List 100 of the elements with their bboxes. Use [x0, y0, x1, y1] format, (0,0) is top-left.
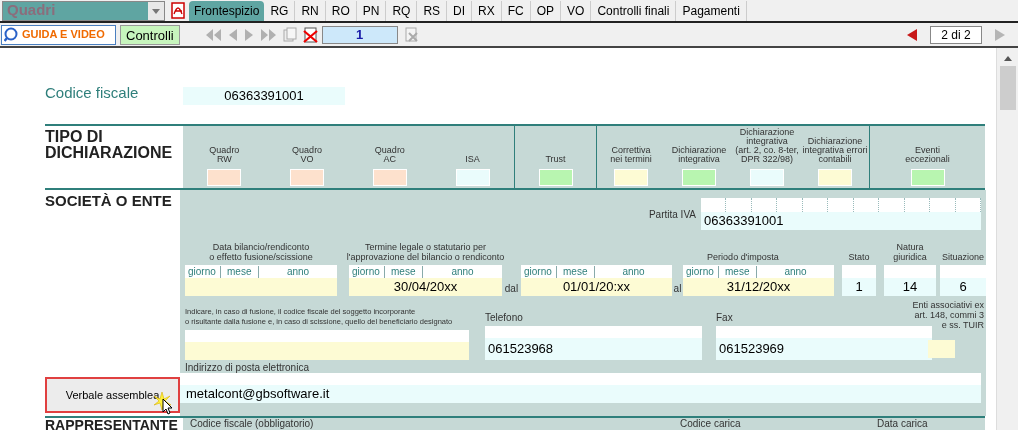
field-header — [842, 265, 876, 278]
option-label: Quadro AC — [374, 146, 405, 164]
field-label: Situazione — [942, 252, 984, 262]
dropdown-caret-icon[interactable] — [151, 6, 161, 15]
tab[interactable]: FC — [501, 0, 531, 21]
text-field[interactable]: 061523969 — [716, 338, 932, 360]
tab[interactable]: VO — [561, 0, 592, 21]
field-label: al — [672, 282, 683, 296]
page-counter: 2 di 2 — [930, 25, 982, 44]
field-label: Data bilancio/rendiconto o effetto fusione/scissione — [209, 242, 313, 262]
field-label: Codice fiscale — [45, 82, 140, 103]
previous-page-icon[interactable] — [227, 27, 238, 42]
field-sublabel: giorno — [185, 265, 221, 278]
pdf-icon[interactable] — [170, 2, 186, 19]
option-label: Trust — [545, 155, 566, 164]
option-label: Dichiarazione integrativa — [671, 146, 727, 164]
verbale-button[interactable]: Verbale assemblea — [45, 377, 180, 413]
previous-module-icon[interactable] — [906, 27, 918, 42]
option-label: Eventi eccezionali — [905, 146, 950, 164]
field-sublabel: mese — [557, 265, 595, 278]
scrollbar-thumb[interactable] — [999, 66, 1016, 110]
option-label: ISA — [465, 155, 480, 164]
field-header — [940, 265, 986, 278]
field-label: Stato — [848, 252, 870, 262]
field-label: Enti associativi ex art. 148, commi 3 e ss. TUIR — [912, 300, 984, 330]
field-label: Indirizzo di posta elettronica — [185, 362, 310, 373]
option-box[interactable] — [614, 169, 648, 186]
scroll-up-icon[interactable] — [1002, 54, 1013, 62]
delete-page-icon[interactable] — [302, 26, 318, 43]
controls-button[interactable]: Controlli — [120, 24, 180, 45]
field-label: Natura giuridica — [893, 242, 927, 262]
date-field[interactable] — [185, 278, 337, 296]
option-box[interactable] — [455, 169, 490, 186]
tab[interactable]: RS — [417, 0, 448, 21]
scrollbar[interactable] — [996, 48, 1018, 430]
text-field[interactable]: 061523968 — [485, 338, 702, 360]
field-sublabel: mese — [385, 265, 423, 278]
option-box[interactable] — [290, 169, 325, 186]
field-label: dal — [503, 282, 520, 296]
text-field[interactable]: 06363391001 — [183, 87, 345, 105]
tab[interactable]: PN — [356, 0, 387, 21]
field-sublabel: anno — [783, 265, 808, 278]
section-title: RAPPRESENTANTE — [45, 418, 179, 430]
tab[interactable]: Controlli finali — [591, 0, 677, 21]
option-box[interactable] — [750, 169, 784, 186]
text-field[interactable]: 1 — [842, 278, 876, 296]
option-box[interactable] — [682, 169, 716, 186]
search-icon[interactable] — [4, 27, 19, 42]
last-page-icon[interactable] — [259, 27, 277, 42]
next-module-icon[interactable] — [994, 27, 1006, 42]
option-box[interactable] — [818, 169, 852, 186]
field-label: Data carica — [877, 418, 928, 430]
next-page-icon[interactable] — [243, 27, 254, 42]
page-field[interactable]: 1 — [321, 25, 398, 44]
field-label: Fax — [716, 312, 733, 324]
field-sublabel: anno — [285, 265, 311, 278]
option-box[interactable] — [538, 169, 573, 186]
text-field[interactable]: 14 — [884, 278, 936, 296]
tab[interactable]: Frontespizio — [189, 0, 265, 21]
tab[interactable]: Pagamenti — [676, 0, 747, 21]
date-field[interactable]: 01/01/20:xx — [521, 278, 672, 296]
field-sublabel: anno — [621, 265, 646, 278]
field-sublabel: mese — [221, 265, 259, 278]
copy-page-icon[interactable] — [282, 27, 297, 42]
checkbox-field[interactable] — [928, 340, 955, 358]
tab[interactable]: RO — [325, 0, 357, 21]
first-page-icon[interactable] — [204, 27, 222, 42]
option-label: Quadro VO — [292, 146, 323, 164]
option-label: Correttiva nei termini — [610, 146, 652, 164]
option-label: Dichiarazione integrativa (art. 2, co. 8-ter, DPR 322/98) — [735, 128, 799, 164]
option-label: Dichiarazione integrativa errori contabili — [802, 137, 868, 164]
text-field[interactable]: 6 — [940, 278, 986, 296]
date-field[interactable]: 31/12/20xx — [683, 278, 834, 296]
field-label: Termine legale o statutario per l'approvazione del bilancio o rendiconto — [346, 242, 505, 262]
option-box[interactable] — [207, 169, 242, 186]
section-title: SOCIETÀ O ENTE — [45, 191, 173, 209]
email-field[interactable]: metalcont@gbsoftware.it — [180, 385, 981, 403]
field-label: Codice fiscale (obbligatorio) — [190, 418, 315, 430]
date-field[interactable]: 30/04/20xx — [349, 278, 502, 296]
text-field[interactable] — [185, 330, 469, 360]
tab[interactable]: RG — [264, 0, 296, 21]
tab[interactable]: RN — [295, 0, 326, 21]
tab[interactable]: DI — [447, 0, 473, 21]
field-sublabel: giorno — [683, 265, 719, 278]
option-box[interactable] — [910, 169, 945, 186]
option-box[interactable] — [372, 169, 407, 186]
field-label: Periodo d'imposta — [706, 252, 780, 262]
text-field[interactable]: 06363391001 — [701, 212, 981, 230]
field-sublabel: mese — [719, 265, 757, 278]
field-header — [884, 265, 936, 278]
tab[interactable]: OP — [530, 0, 562, 21]
section-title: TIPO DI DICHIARAZIONE — [45, 127, 174, 163]
tab[interactable]: RX — [472, 0, 502, 21]
field-label: Telefono — [485, 312, 523, 324]
tab[interactable]: RQ — [386, 0, 418, 21]
field-label: Partita IVA — [648, 207, 696, 222]
field-sublabel: giorno — [521, 265, 557, 278]
field-label: Codice carica — [680, 418, 742, 430]
field-sublabel: anno — [450, 265, 475, 278]
field-sublabel: giorno — [349, 265, 385, 278]
